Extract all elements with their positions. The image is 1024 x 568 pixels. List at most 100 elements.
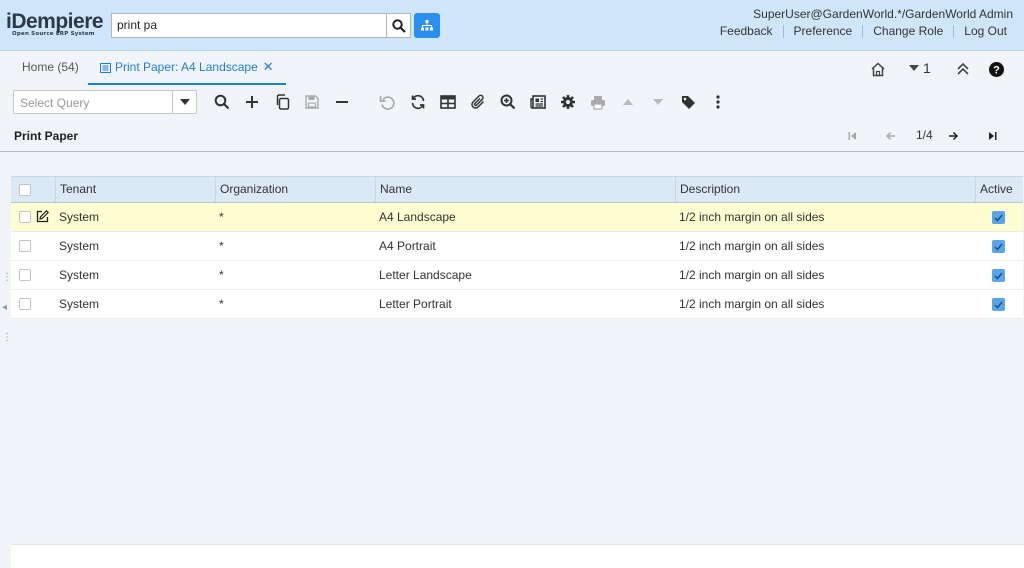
- save-button[interactable]: [303, 93, 321, 111]
- grid-footer: [11, 544, 1024, 568]
- idempiere-logo[interactable]: iDempiere Open Source ERP System: [6, 11, 108, 38]
- change-role-link[interactable]: Change Role: [863, 25, 955, 38]
- column-header-organization[interactable]: Organization: [215, 177, 375, 202]
- report-button[interactable]: [529, 93, 547, 111]
- check-icon: [994, 301, 1003, 309]
- close-tab-icon[interactable]: ✕: [263, 59, 274, 74]
- arrow-right-icon: [949, 131, 959, 141]
- table-row[interactable]: System * A4 Landscape 1/2 inch margin on…: [11, 203, 1023, 232]
- collapse-header-icon[interactable]: [956, 61, 970, 77]
- tab-home[interactable]: Home (54): [22, 60, 79, 86]
- cell-organization[interactable]: *: [215, 232, 375, 260]
- global-search-input[interactable]: print pa: [111, 13, 387, 38]
- column-header-active[interactable]: Active: [975, 177, 1021, 202]
- check-icon: [994, 214, 1003, 222]
- caret-up-icon: [623, 99, 633, 105]
- active-checkbox[interactable]: [992, 269, 1005, 282]
- query-select[interactable]: Select Query: [13, 90, 197, 114]
- more-menu-button[interactable]: [709, 93, 727, 111]
- row-checkbox[interactable]: [19, 298, 31, 310]
- table-row[interactable]: System * Letter Landscape 1/2 inch margi…: [11, 261, 1023, 290]
- tag-icon: [681, 95, 695, 109]
- first-record-button[interactable]: [848, 128, 857, 144]
- preference-link[interactable]: Preference: [784, 25, 864, 38]
- active-checkbox[interactable]: [992, 240, 1005, 253]
- next-record-button[interactable]: [948, 128, 959, 144]
- cell-tenant[interactable]: System: [55, 290, 215, 318]
- undo-button[interactable]: [378, 93, 396, 111]
- global-search-button[interactable]: [386, 13, 411, 38]
- arrow-left-icon: [885, 131, 895, 141]
- last-record-button[interactable]: [988, 128, 997, 144]
- tab-label: Print Paper: A4 Landscape: [115, 60, 258, 74]
- refresh-button[interactable]: [409, 93, 427, 111]
- splitter-handle-icon[interactable]: ⋮: [2, 272, 12, 283]
- zoom-across-button[interactable]: [499, 93, 517, 111]
- query-placeholder: Select Query: [20, 96, 90, 110]
- caret-down-icon: [909, 65, 919, 71]
- caret-down-icon: [653, 99, 663, 105]
- select-all-checkbox[interactable]: [19, 184, 31, 196]
- cell-description[interactable]: 1/2 inch margin on all sides: [675, 203, 975, 231]
- active-checkbox[interactable]: [992, 298, 1005, 311]
- menu-tree-button[interactable]: [414, 13, 440, 38]
- cell-tenant[interactable]: System: [55, 232, 215, 260]
- chevron-down-icon[interactable]: [172, 91, 196, 113]
- active-checkbox[interactable]: [992, 211, 1005, 224]
- copy-record-button[interactable]: [273, 93, 291, 111]
- refresh-icon: [411, 94, 425, 110]
- print-button[interactable]: [589, 93, 607, 111]
- cell-tenant[interactable]: System: [55, 203, 215, 231]
- undo-icon: [379, 96, 395, 110]
- cell-name[interactable]: Letter Landscape: [375, 261, 675, 289]
- cell-description[interactable]: 1/2 inch margin on all sides: [675, 232, 975, 260]
- open-windows-dropdown[interactable]: 1: [909, 60, 931, 76]
- column-header-description[interactable]: Description: [675, 177, 975, 202]
- svg-text:?: ?: [993, 64, 1000, 76]
- customize-button[interactable]: [559, 93, 577, 111]
- logout-link[interactable]: Log Out: [954, 25, 1007, 38]
- detail-record-button[interactable]: [649, 93, 667, 111]
- cell-organization[interactable]: *: [215, 290, 375, 318]
- column-header-name[interactable]: Name: [375, 177, 675, 202]
- sitemap-icon: [421, 20, 433, 31]
- zoom-in-icon: [500, 94, 516, 110]
- cell-name[interactable]: A4 Portrait: [375, 232, 675, 260]
- tab-print-paper[interactable]: Print Paper: A4 Landscape ✕: [88, 60, 286, 85]
- new-record-button[interactable]: [243, 93, 261, 111]
- cell-tenant[interactable]: System: [55, 261, 215, 289]
- records-grid: Tenant Organization Name Description Act…: [11, 176, 1023, 319]
- open-windows-count: 1: [923, 60, 931, 76]
- find-button[interactable]: [213, 93, 231, 111]
- column-header-tenant[interactable]: Tenant: [55, 177, 215, 202]
- row-checkbox[interactable]: [19, 269, 31, 281]
- cell-description[interactable]: 1/2 inch margin on all sides: [675, 261, 975, 289]
- attachment-button[interactable]: [469, 93, 487, 111]
- label-button[interactable]: [679, 93, 697, 111]
- select-all-cell: [11, 177, 55, 202]
- help-icon[interactable]: ?: [989, 61, 1004, 77]
- splitter-handle-icon-2[interactable]: ⋮: [2, 332, 12, 343]
- toggle-grid-button[interactable]: [439, 93, 457, 111]
- previous-record-button[interactable]: [885, 128, 896, 144]
- grid-icon: [440, 95, 456, 109]
- window-title-bar: Print Paper 1/4: [0, 120, 1024, 152]
- cell-name[interactable]: A4 Landscape: [375, 203, 675, 231]
- cell-organization[interactable]: *: [215, 261, 375, 289]
- delete-button[interactable]: [333, 93, 351, 111]
- cell-organization[interactable]: *: [215, 203, 375, 231]
- parent-record-button[interactable]: [619, 93, 637, 111]
- collapse-left-icon[interactable]: ◂: [2, 302, 7, 313]
- table-row[interactable]: System * Letter Portrait 1/2 inch margin…: [11, 290, 1023, 319]
- cell-description[interactable]: 1/2 inch margin on all sides: [675, 290, 975, 318]
- home-icon[interactable]: [870, 61, 886, 77]
- minus-icon: [336, 101, 348, 103]
- row-checkbox[interactable]: [19, 211, 31, 223]
- edit-icon[interactable]: [36, 209, 50, 226]
- table-row[interactable]: System * A4 Portrait 1/2 inch margin on …: [11, 232, 1023, 261]
- app-header: iDempiere Open Source ERP System print p…: [0, 0, 1024, 51]
- row-checkbox[interactable]: [19, 240, 31, 252]
- feedback-link[interactable]: Feedback: [710, 25, 784, 38]
- record-counter: 1/4: [916, 128, 933, 142]
- cell-name[interactable]: Letter Portrait: [375, 290, 675, 318]
